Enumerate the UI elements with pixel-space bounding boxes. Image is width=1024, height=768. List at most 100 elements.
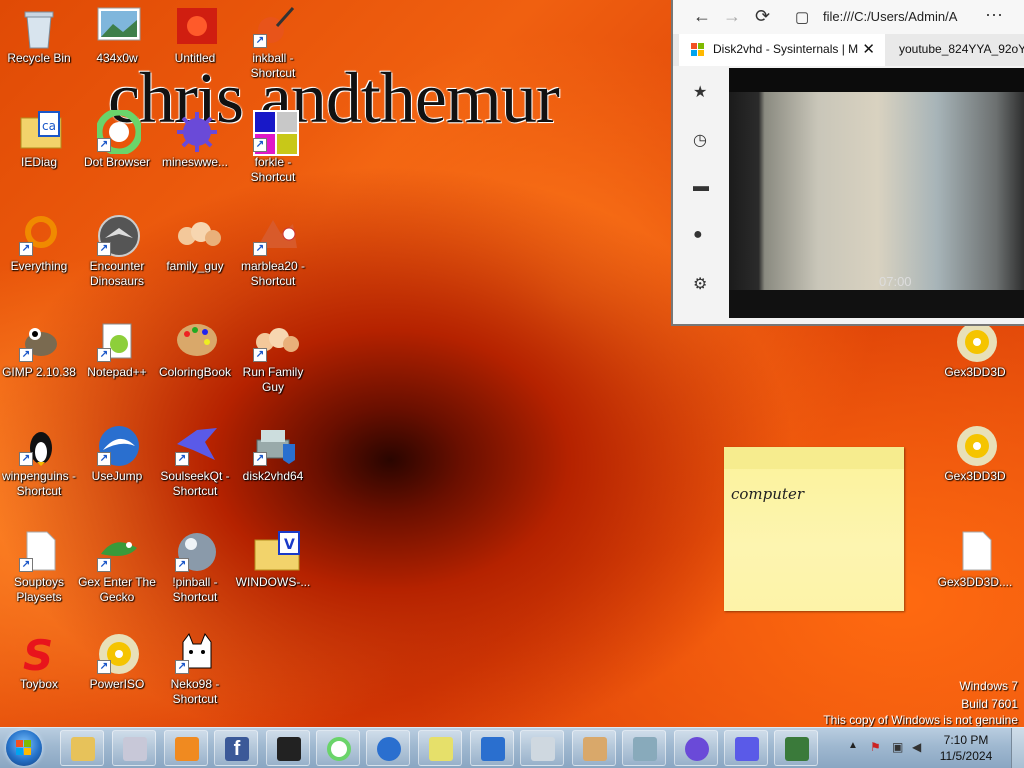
image-file-icon: [175, 6, 217, 46]
refresh-icon[interactable]: ⟳: [755, 6, 770, 27]
close-tab-icon[interactable]: ✕: [862, 40, 875, 58]
sticky-note[interactable]: computer: [724, 447, 904, 611]
desktop-icon-gex3dd3d-2[interactable]: Gex3DD3D: [936, 424, 1014, 484]
desktop-icon-winpenguins[interactable]: ↗ winpenguins - Shortcut: [0, 424, 78, 499]
desktop-icon-usejump[interactable]: ↗ UseJump: [78, 424, 156, 484]
sticky-note-text[interactable]: computer: [731, 485, 804, 503]
cat-icon: ↗: [175, 632, 215, 674]
desktop-icon-everything[interactable]: ↗ Everything: [0, 214, 78, 274]
taskbar-paint[interactable]: [572, 730, 616, 766]
more-icon[interactable]: ···: [985, 4, 1003, 25]
browser-sidebar: ★ ◷ ▬ ● ⚙: [673, 66, 729, 324]
dinosaur-icon: ↗: [97, 214, 140, 257]
desktop-icon-gex[interactable]: ↗ Gex Enter The Gecko: [78, 530, 156, 605]
clock-date: 11/5/2024: [939, 749, 993, 763]
settings-gear-icon[interactable]: ⚙: [693, 274, 707, 294]
desktop-icon-gimp[interactable]: ↗ GIMP 2.10.38: [0, 320, 78, 380]
desktop-icon-notepadpp[interactable]: ↗ Notepad++: [78, 320, 156, 380]
desktop-icon-untitled[interactable]: Untitled: [156, 6, 234, 66]
address-bar[interactable]: file:///C:/Users/Admin/A: [823, 9, 957, 24]
taskbar-disk2vhd[interactable]: [774, 730, 818, 766]
video-player[interactable]: 07:00: [729, 68, 1024, 318]
shortcut-arrow-icon: ↗: [175, 452, 189, 466]
tab-disk2vhd[interactable]: Disk2vhd - Sysinternals | M ✕: [679, 34, 885, 66]
desktop-icon-disk2vhd64[interactable]: ↗ disk2vhd64: [234, 424, 312, 484]
show-hidden-icons-icon[interactable]: ▲: [848, 740, 858, 751]
desktop-icon-gex3dd3d-1[interactable]: Gex3DD3D: [936, 320, 1014, 380]
disc-icon: ↗: [97, 632, 139, 674]
taskbar-sticky-notes[interactable]: [418, 730, 462, 766]
shortcut-arrow-icon: ↗: [253, 34, 267, 48]
star-icon[interactable]: ★: [693, 82, 707, 102]
taskbar-dot-browser[interactable]: [316, 730, 360, 766]
desktop-icon-434x0w[interactable]: 434x0w: [78, 6, 156, 66]
recycle-bin-icon: [19, 6, 59, 49]
network-tray-icon[interactable]: ▣: [892, 740, 903, 754]
windows-flag-icon: [16, 740, 32, 756]
system-tray: ▲ ⚑ ▣ ◀ 7:10 PM 11/5/2024: [840, 728, 1024, 768]
desktop-icon-encounter-dinosaurs[interactable]: ↗ Encounter Dinosaurs: [78, 214, 156, 289]
taskbar-search[interactable]: [622, 730, 666, 766]
desktop-icon-toybox[interactable]: S Toybox: [0, 631, 78, 692]
start-button[interactable]: [6, 730, 42, 766]
taskbar-usejump[interactable]: [366, 730, 410, 766]
forward-icon[interactable]: →: [723, 6, 741, 27]
shortcut-arrow-icon: ↗: [97, 660, 111, 674]
file-icon: ↗: [19, 530, 59, 572]
watermark-line2: Build 7601: [961, 697, 1018, 711]
taskbar-facebook[interactable]: f: [214, 730, 258, 766]
family-guy-icon: [175, 214, 221, 254]
clock[interactable]: 7:10 PM 11/5/2024: [936, 732, 996, 764]
desktop-icon-forkle[interactable]: ↗ forkle - Shortcut: [234, 110, 312, 185]
tab-youtube[interactable]: youtube_824YYA_92oY_: [899, 42, 1024, 56]
desktop-icon-soulseek[interactable]: ↗ SoulseekQt - Shortcut: [156, 424, 234, 499]
desktop-icon-inkball[interactable]: ↗ inkball - Shortcut: [234, 6, 312, 81]
everything-icon: ↗: [19, 214, 59, 256]
account-icon[interactable]: ●: [693, 226, 703, 244]
hat-icon[interactable]: ▬: [693, 178, 709, 196]
taskbar-soulseek[interactable]: [724, 730, 768, 766]
shortcut-arrow-icon: ↗: [97, 242, 111, 256]
browser-window[interactable]: ← → ⟳ ▢ file:///C:/Users/Admin/A ··· Dis…: [671, 0, 1024, 326]
taskbar-app[interactable]: [266, 730, 310, 766]
browser-toolbar: ← → ⟳ ▢ file:///C:/Users/Admin/A ···: [673, 0, 1024, 34]
taskbar-calculator[interactable]: [520, 730, 564, 766]
desktop-icon-run-family-guy[interactable]: ↗ Run Family Guy: [234, 320, 312, 395]
desktop-icon-minesweeper[interactable]: mineswwe...: [156, 110, 234, 170]
desktop-icon-souptoys[interactable]: ↗ Souptoys Playsets: [0, 530, 78, 605]
taskbar-minesweeper[interactable]: [674, 730, 718, 766]
taskbar-network[interactable]: [470, 730, 514, 766]
desktop-icon-iediag[interactable]: ca IEDiag: [0, 110, 78, 170]
desktop-icon-gex3dd3d-file[interactable]: Gex3DD3D....: [936, 530, 1014, 590]
desktop-icon-poweriso[interactable]: ↗ PowerISO: [78, 632, 156, 692]
show-desktop-button[interactable]: [1011, 728, 1024, 768]
desktop-icon-family-guy[interactable]: family_guy: [156, 214, 234, 274]
volume-icon[interactable]: ◀: [912, 740, 921, 754]
desktop-icon-dot-browser[interactable]: ↗ Dot Browser: [78, 108, 156, 170]
taskbar-snipping[interactable]: [112, 730, 156, 766]
dot-browser-icon: [327, 737, 351, 761]
back-icon[interactable]: ←: [693, 6, 711, 27]
desktop-icon-windows-folder[interactable]: V WINDOWS-...: [234, 530, 312, 590]
desktop-icon-pinball[interactable]: ↗ !pinball - Shortcut: [156, 530, 234, 605]
svg-text:V: V: [284, 537, 295, 553]
desktop-icon-marblea20[interactable]: ↗ marblea20 - Shortcut: [234, 214, 312, 289]
shortcut-arrow-icon: ↗: [97, 138, 111, 152]
taskbar-media-player[interactable]: [164, 730, 208, 766]
taskbar: f ▲ ⚑ ▣ ◀ 7:10 PM 11/5/2024: [0, 727, 1024, 768]
desktop-icon-recycle-bin[interactable]: Recycle Bin: [0, 6, 78, 66]
desktop-icon-coloringbook[interactable]: ColoringBook: [156, 320, 234, 380]
notepad-icon: ↗: [97, 320, 137, 362]
mine-icon: [685, 737, 709, 761]
sticky-note-header[interactable]: [724, 447, 904, 469]
disk-icon: ↗: [253, 424, 295, 466]
usejump-icon: [377, 737, 401, 761]
shortcut-arrow-icon: ↗: [97, 348, 111, 362]
action-center-icon[interactable]: ⚑: [870, 740, 881, 754]
watermark-line1: Windows 7: [959, 679, 1018, 693]
calculator-icon: [531, 737, 555, 761]
history-icon[interactable]: ◷: [693, 130, 707, 150]
inkball-icon: ↗: [253, 6, 295, 48]
taskbar-explorer[interactable]: [60, 730, 104, 766]
desktop-icon-neko98[interactable]: ↗ Neko98 - Shortcut: [156, 632, 234, 707]
